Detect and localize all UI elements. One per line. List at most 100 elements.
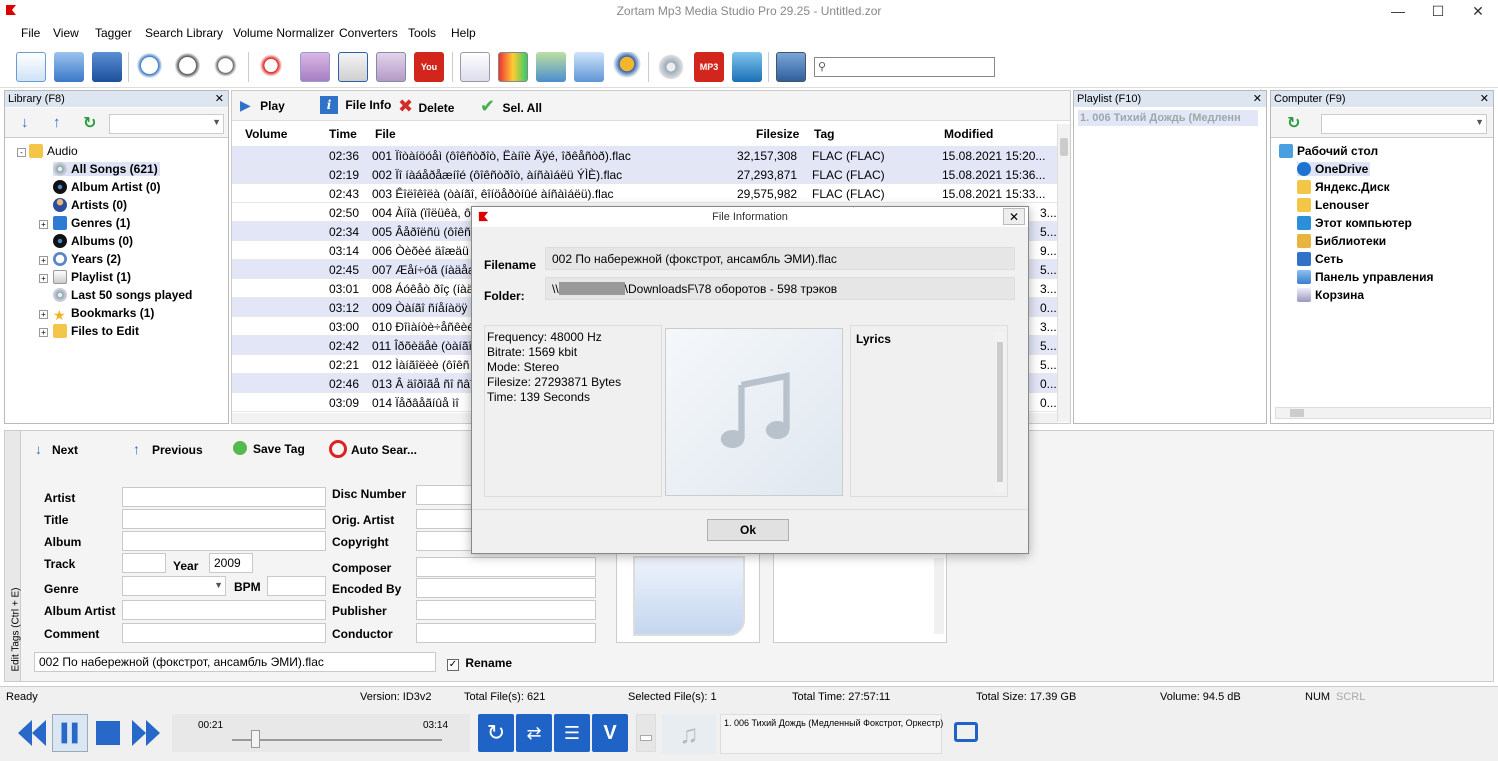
ok-button[interactable]: Ok (707, 519, 789, 541)
save-icon[interactable] (92, 52, 122, 82)
album-art-icon[interactable] (376, 52, 406, 82)
play-button[interactable]: ▶ Play (240, 97, 285, 114)
menu-file[interactable]: File (21, 26, 40, 40)
menu-converters[interactable]: Converters (339, 26, 398, 40)
table-row[interactable]: 02:19 002 Ïî íàáåðåæíîé (ôîêñòðîò, àíñàìá… (232, 165, 1057, 184)
tree-this-pc[interactable]: Этот компьютер (1297, 216, 1412, 230)
copyright-field[interactable] (416, 531, 472, 551)
youtube-icon[interactable]: You (414, 52, 444, 82)
close-window-button[interactable]: ✕ (1458, 0, 1498, 22)
playlist-view-button[interactable]: ☰ (554, 714, 590, 752)
tree-desktop[interactable]: Рабочий стол (1279, 144, 1378, 158)
computer-hscrollbar[interactable] (1275, 407, 1491, 419)
seek-slider[interactable] (232, 739, 442, 741)
refresh-icon[interactable]: ↻ (1287, 113, 1300, 133)
select-all-button[interactable]: ✔ Sel. All (480, 96, 542, 117)
file-list-scrollbar[interactable] (1057, 124, 1070, 422)
dialog-filename-field[interactable]: 002 По набережной (фокстрот, ансамбль ЭМ… (545, 247, 1015, 270)
tree-yandex[interactable]: Яндекс.Диск (1297, 180, 1390, 194)
file-info-button[interactable]: i File Info (320, 96, 391, 114)
delete-button[interactable]: ✖ Delete (398, 96, 454, 117)
refresh-icon[interactable]: ↻ (83, 113, 96, 133)
tree-artists[interactable]: Artists (0) (53, 198, 127, 212)
close-library-button[interactable]: ✕ (215, 91, 224, 107)
forward-button[interactable] (128, 714, 164, 752)
title-field[interactable] (122, 509, 326, 529)
genre-select[interactable]: ▼ (122, 576, 226, 596)
column-volume[interactable]: Volume (245, 127, 287, 141)
previous-button[interactable]: ↑ Previous (133, 441, 203, 457)
normalize-icon[interactable] (498, 52, 528, 82)
orig-artist-field[interactable] (416, 509, 472, 529)
album-field[interactable] (122, 531, 326, 551)
expand-icon[interactable]: + (39, 274, 48, 283)
table-row[interactable]: 02:43 003 Êîëîêîëà (òàíãî, êîíöåðòíûé àíñ… (232, 184, 1057, 203)
library-filter-combo[interactable]: ▼ (109, 114, 224, 134)
computer-path-combo[interactable]: ▼ (1321, 114, 1487, 134)
playlist-export-icon[interactable] (536, 52, 566, 82)
new-file-icon[interactable] (16, 52, 46, 82)
expand-icon[interactable]: + (39, 328, 48, 337)
audio-converter-icon[interactable] (732, 52, 762, 82)
column-file[interactable]: File (375, 127, 396, 141)
youtube-mp3-icon[interactable]: MP3 (694, 52, 724, 82)
dialog-lyrics-box[interactable]: Lyrics (850, 325, 1008, 497)
composer-field[interactable] (416, 557, 596, 577)
cd-ripper-icon[interactable] (656, 52, 686, 82)
tree-all-songs[interactable]: All Songs (621) (53, 162, 160, 176)
column-time[interactable]: Time (329, 127, 357, 141)
rename-icon[interactable] (460, 52, 490, 82)
stop-button[interactable] (90, 714, 126, 752)
tree-last-50[interactable]: Last 50 songs played (53, 288, 192, 302)
cover-art-icon[interactable] (300, 52, 330, 82)
menu-tools[interactable]: Tools (408, 26, 436, 40)
track-field[interactable] (122, 553, 166, 573)
menu-view[interactable]: View (53, 26, 79, 40)
next-button[interactable]: ↓ Next (35, 441, 78, 457)
seek-thumb[interactable] (251, 730, 261, 748)
tree-album-artist[interactable]: Album Artist (0) (53, 180, 161, 194)
expand-icon[interactable]: + (39, 256, 48, 265)
pause-button[interactable] (52, 714, 88, 752)
volume-slider[interactable] (636, 714, 656, 752)
minimize-button[interactable]: — (1378, 0, 1418, 22)
rename-checkbox[interactable]: ✓ Rename (447, 656, 512, 671)
tree-control-panel[interactable]: Панель управления (1297, 270, 1433, 284)
menu-help[interactable]: Help (451, 26, 476, 40)
conductor-field[interactable] (416, 623, 596, 643)
tree-onedrive[interactable]: OneDrive (1297, 162, 1371, 176)
volume-thumb[interactable] (640, 735, 652, 741)
tree-files-to-edit[interactable]: + Files to Edit (39, 324, 139, 338)
save-tag-button[interactable]: Save Tag (233, 441, 305, 456)
publisher-field[interactable] (416, 600, 596, 620)
tree-recycle-bin[interactable]: Корзина (1297, 288, 1364, 302)
bpm-field[interactable] (267, 576, 326, 596)
visualizer-button[interactable]: V (592, 714, 628, 752)
menu-search-library[interactable]: Search Library (145, 26, 223, 40)
scroll-thumb[interactable] (1290, 409, 1304, 417)
open-folder-icon[interactable] (54, 52, 84, 82)
expand-icon[interactable]: + (39, 220, 48, 229)
disc-number-field[interactable] (416, 485, 472, 505)
shuffle-button[interactable]: ⇄ (516, 714, 552, 752)
tree-genres[interactable]: + Genres (1) (39, 216, 130, 230)
mini-mode-button[interactable] (948, 714, 984, 752)
find-icon[interactable] (174, 52, 204, 82)
album-artist-field[interactable] (122, 600, 326, 620)
tree-playlist[interactable]: + Playlist (1) (39, 270, 131, 284)
tree-years[interactable]: + Years (2) (39, 252, 121, 266)
arrow-up-icon[interactable]: ↑ (53, 114, 61, 131)
lyrics-scrollbar[interactable] (995, 332, 1005, 492)
scroll-thumb[interactable] (997, 342, 1003, 482)
rewind-button[interactable] (14, 714, 50, 752)
auto-search-icon[interactable] (256, 52, 286, 82)
auto-search-button[interactable]: Auto Sear... (329, 440, 417, 458)
column-modified[interactable]: Modified (944, 127, 993, 141)
column-filesize[interactable]: Filesize (756, 127, 799, 141)
close-computer-button[interactable]: ✕ (1480, 91, 1489, 107)
artist-field[interactable] (122, 487, 326, 507)
magnifier-icon[interactable] (212, 52, 242, 82)
filename-field[interactable]: 002 По набережной (фокстрот, ансамбль ЭМ… (34, 652, 436, 672)
tools-icon[interactable] (612, 52, 642, 82)
edit-tag-icon[interactable] (338, 52, 368, 82)
